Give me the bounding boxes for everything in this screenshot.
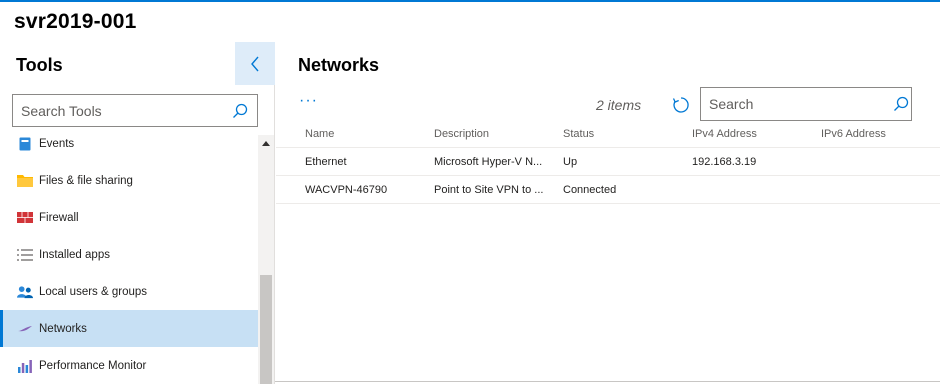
tool-item-label: Local users & groups [39, 285, 148, 298]
search-networks-input[interactable] [701, 88, 890, 120]
search-icon[interactable] [890, 88, 911, 120]
column-header-description[interactable]: Description [434, 121, 549, 147]
top-accent-line [0, 0, 940, 2]
tool-item-files[interactable]: Files & file sharing [0, 162, 258, 199]
collapse-tools-button[interactable] [235, 42, 275, 85]
tool-item-networks[interactable]: Networks [0, 310, 258, 347]
item-count: 2 items [596, 97, 642, 113]
list-icon [17, 247, 33, 263]
page-title: Networks [298, 55, 380, 75]
table-header: Name Description Status IPv4 Address IPv… [276, 121, 940, 148]
scroll-thumb[interactable] [260, 275, 272, 384]
table-row[interactable]: Ethernet Microsoft Hyper-V N... Up 192.1… [276, 148, 940, 176]
scroll-up-icon[interactable] [258, 135, 274, 151]
table-row[interactable]: WACVPN-46790 Point to Site VPN to ... Co… [276, 176, 940, 204]
selection-indicator [0, 310, 3, 347]
cell-ipv6 [821, 148, 936, 175]
column-header-ipv4[interactable]: IPv4 Address [692, 121, 807, 147]
cell-ipv4: 192.168.3.19 [692, 155, 757, 168]
search-tools-input[interactable] [13, 95, 223, 126]
tools-title: Tools [16, 55, 63, 75]
more-actions-button[interactable]: ··· [299, 92, 318, 110]
cell-status: Up [563, 155, 578, 168]
tool-item-label: Events [39, 137, 75, 150]
tool-list: Events Files & file sharing Firewall Ins… [0, 125, 258, 384]
cell-name: WACVPN-46790 [305, 183, 388, 196]
firewall-icon [17, 210, 33, 226]
server-title: svr2019-001 [14, 10, 137, 33]
users-icon [17, 284, 33, 300]
pane-bottom-border [275, 381, 940, 382]
tool-item-label: Installed apps [39, 248, 110, 261]
cell-ipv4 [692, 176, 807, 203]
column-header-name[interactable]: Name [305, 121, 425, 147]
cell-description: Point to Site VPN to ... [434, 183, 544, 196]
column-header-ipv6[interactable]: IPv6 Address [821, 121, 936, 147]
tool-item-local-users[interactable]: Local users & groups [0, 273, 258, 310]
folder-icon [17, 173, 33, 189]
search-icon[interactable] [223, 95, 257, 126]
tool-item-events[interactable]: Events [0, 125, 258, 162]
cell-name: Ethernet [305, 155, 347, 168]
column-header-status[interactable]: Status [563, 121, 678, 147]
network-icon [17, 321, 33, 337]
tool-item-firewall[interactable]: Firewall [0, 199, 258, 236]
search-networks-box [700, 87, 912, 121]
networks-table: Name Description Status IPv4 Address IPv… [276, 121, 940, 204]
tool-item-label: Performance Monitor [39, 359, 147, 372]
refresh-button[interactable] [670, 94, 692, 116]
tool-item-performance-monitor[interactable]: Performance Monitor [0, 347, 258, 384]
tools-pane: Tools Events Files & file sharing Firewa… [0, 42, 275, 384]
refresh-icon [672, 97, 689, 113]
tools-scrollbar[interactable] [258, 135, 274, 384]
cell-status: Connected [563, 183, 617, 196]
chart-icon [17, 358, 33, 374]
tool-item-label: Firewall [39, 211, 79, 224]
cell-ipv6 [821, 176, 936, 203]
cell-description: Microsoft Hyper-V N... [434, 155, 543, 168]
events-icon [17, 136, 33, 152]
search-tools-box [12, 94, 258, 127]
tool-item-label: Files & file sharing [39, 174, 133, 187]
tool-item-installed-apps[interactable]: Installed apps [0, 236, 258, 273]
chevron-left-icon [251, 56, 259, 71]
tool-item-label: Networks [39, 322, 87, 335]
